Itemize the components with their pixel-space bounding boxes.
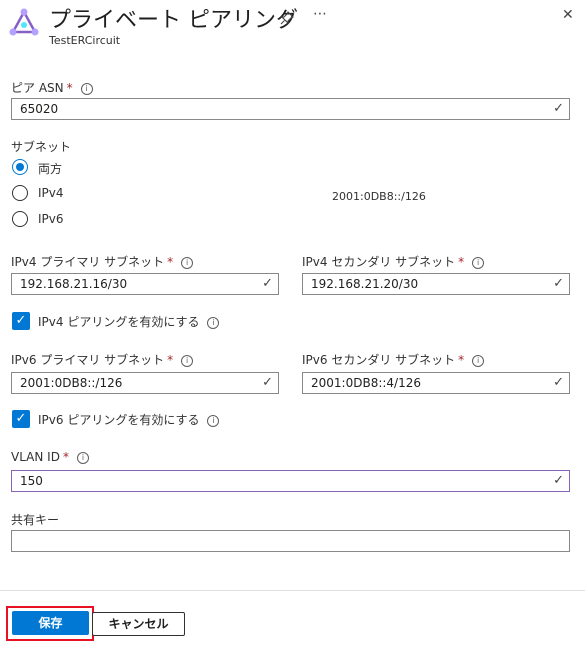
footer-divider [0, 590, 585, 591]
info-icon: i [76, 452, 89, 464]
check-icon: ✓ [553, 375, 564, 390]
ipv6-enable-checkbox[interactable]: ✓ [12, 410, 30, 428]
ipv6-enable-label: IPv6 ピアリングを有効にする i [38, 411, 220, 428]
ipv6-primary-label: IPv6 プライマリ サブネット * i [11, 351, 194, 368]
save-button[interactable]: 保存 [12, 611, 89, 635]
info-icon: i [207, 415, 220, 427]
cancel-button[interactable]: キャンセル [92, 612, 185, 636]
ipv4-primary-label: IPv4 プライマリ サブネット * i [11, 253, 194, 270]
info-icon: i [472, 355, 485, 367]
check-icon: ✓ [553, 276, 564, 291]
radio-ipv4-label: IPv4 [38, 186, 64, 200]
check-icon: ✓ [262, 375, 273, 390]
radio-ipv4[interactable] [12, 185, 28, 201]
pin-icon[interactable] [280, 11, 294, 25]
ipv4-enable-label: IPv4 ピアリングを有効にする i [38, 313, 220, 330]
info-icon: i [80, 83, 93, 95]
vlan-id-input[interactable]: 150 ✓ [11, 470, 570, 492]
close-icon[interactable]: ✕ [562, 7, 574, 23]
peer-asn-label: ピア ASN * i [11, 79, 93, 96]
peer-asn-input[interactable]: 65020 ✓ [11, 98, 570, 120]
more-options-icon[interactable]: ⋯ [313, 6, 327, 22]
radio-both[interactable] [12, 159, 28, 175]
page-title: プライベート ピアリング [49, 8, 298, 33]
info-icon: i [207, 317, 220, 329]
expressroute-icon [9, 8, 39, 36]
ipv4-enable-checkbox[interactable]: ✓ [12, 312, 30, 330]
ipv4-secondary-input[interactable]: 192.168.21.20/30 ✓ [302, 273, 570, 295]
radio-ipv6-label: IPv6 [38, 212, 64, 226]
radio-ipv6[interactable] [12, 211, 28, 227]
check-icon: ✓ [262, 276, 273, 291]
check-icon: ✓ [553, 101, 564, 116]
page-subtitle: TestERCircuit [49, 34, 121, 47]
radio-both-label: 両方 [38, 162, 63, 176]
vlan-id-label: VLAN ID * i [11, 450, 89, 464]
ipv6-secondary-label: IPv6 セカンダリ サブネット * i [302, 351, 485, 368]
check-icon: ✓ [553, 473, 564, 488]
ipv4-primary-input[interactable]: 192.168.21.16/30 ✓ [11, 273, 279, 295]
subnet-side-text: 2001:0DB8::/126 [332, 190, 426, 203]
ipv6-primary-input[interactable]: 2001:0DB8::/126 ✓ [11, 372, 279, 394]
info-icon: i [181, 257, 194, 269]
info-icon: i [472, 257, 485, 269]
subnet-label: サブネット [11, 140, 72, 154]
info-icon: i [181, 355, 194, 367]
shared-key-input[interactable] [11, 530, 570, 552]
shared-key-label: 共有キー [11, 513, 60, 527]
ipv4-secondary-label: IPv4 セカンダリ サブネット * i [302, 253, 485, 270]
ipv6-secondary-input[interactable]: 2001:0DB8::4/126 ✓ [302, 372, 570, 394]
